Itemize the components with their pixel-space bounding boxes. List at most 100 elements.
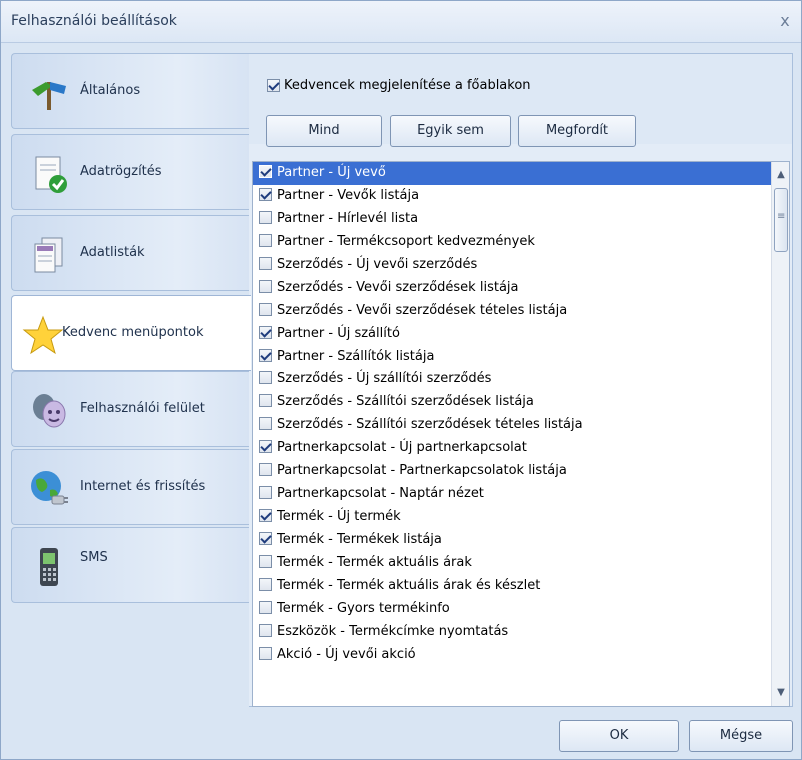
- list-item-label: Termék - Új termék: [277, 509, 401, 525]
- list-item-label: Termék - Termékek listája: [277, 532, 442, 547]
- checkbox[interactable]: [259, 577, 272, 591]
- list-item[interactable]: Termék - Termék aktuális árak és készlet: [253, 575, 773, 598]
- list-item[interactable]: Termék - Új termék: [253, 506, 773, 529]
- list-item-label: Eszközök - Termékcímke nyomtatás: [277, 623, 509, 639]
- title-bar: Felhasználói beállítások x: [1, 1, 801, 43]
- sidebar-item-user-interface[interactable]: Felhasználói felület: [11, 371, 249, 447]
- checkbox[interactable]: [259, 233, 272, 247]
- list-item-label: Partner - Vevők listája: [277, 187, 420, 203]
- list-item[interactable]: Akció - Új vevői akció: [253, 644, 773, 667]
- checkbox[interactable]: [259, 187, 272, 201]
- scroll-thumb[interactable]: [774, 188, 788, 252]
- cancel-button[interactable]: Mégse: [689, 720, 793, 752]
- list-item[interactable]: Partnerkapcsolat - Partnerkapcsolatok li…: [253, 460, 773, 483]
- list-item[interactable]: Szerződés - Szállítói szerződések listáj…: [253, 391, 773, 414]
- checkbox[interactable]: [259, 256, 272, 270]
- scroll-down-arrow-icon[interactable]: ▼: [772, 684, 789, 702]
- checkbox[interactable]: [259, 600, 272, 614]
- list-item[interactable]: Szerződés - Vevői szerződések tételes li…: [253, 300, 773, 323]
- sidebar-item-label: Adatlisták: [80, 245, 145, 260]
- scrollbar[interactable]: ▲ ▼: [771, 162, 789, 706]
- list-item[interactable]: Partner - Hírlevél lista: [253, 208, 773, 231]
- sidebar-item-internet-updates[interactable]: Internet és frissítés: [11, 449, 249, 525]
- sidebar: Általános Adatrögzítés Adatlisták Kedven…: [11, 53, 251, 707]
- select-none-button[interactable]: Egyik sem: [390, 115, 511, 147]
- settings-window: Felhasználói beállítások x Általános Ada…: [0, 0, 802, 760]
- checkbox[interactable]: [259, 554, 272, 568]
- theater-masks-icon: [33, 394, 66, 428]
- favorites-list-rows: Partner - Új vevő Partner - Vevők listája…: [253, 162, 773, 667]
- list-item[interactable]: Eszközök - Termékcímke nyomtatás: [253, 621, 773, 644]
- list-item-label: Termék - Termék aktuális árak: [277, 554, 472, 570]
- sidebar-item-favorites[interactable]: Kedvenc menüpontok: [11, 295, 251, 371]
- list-item[interactable]: Partner - Szállítók listája: [253, 346, 773, 369]
- list-item[interactable]: Szerződés - Új vevői szerződés: [253, 254, 773, 277]
- checkbox[interactable]: [259, 210, 272, 224]
- sidebar-item-label: Általános: [80, 83, 141, 98]
- checkbox[interactable]: [259, 165, 272, 178]
- list-item[interactable]: Szerződés - Szállítói szerződések tétele…: [253, 414, 773, 437]
- list-item-label: Szerződés - Vevői szerződések tételes li…: [277, 302, 568, 318]
- list-item-label: Partnerkapcsolat - Naptár nézet: [277, 486, 484, 502]
- list-item-label: Partner - Új szállító: [277, 325, 400, 341]
- signpost-icon: [32, 82, 66, 110]
- list-item[interactable]: Partnerkapcsolat - Új partnerkapcsolat: [253, 437, 773, 460]
- list-item-label: Szerződés - Vevői szerződések listája: [277, 279, 519, 295]
- favorites-panel: Kedvencek megjelenítése a főablakon Mind…: [249, 53, 793, 707]
- list-item[interactable]: Partner - Új vevő: [253, 162, 773, 185]
- invert-selection-button[interactable]: Megfordít: [518, 115, 636, 147]
- list-item[interactable]: Partner - Termékcsoport kedvezmények: [253, 231, 773, 254]
- list-item-label: Termék - Termék aktuális árak és készlet: [277, 577, 541, 593]
- checkbox[interactable]: [259, 279, 272, 293]
- checkbox[interactable]: [259, 348, 272, 362]
- list-item-label: Termék - Gyors termékinfo: [277, 600, 450, 616]
- checkbox[interactable]: [267, 79, 280, 92]
- favorites-list[interactable]: Partner - Új vevő Partner - Vevők listája…: [252, 161, 790, 707]
- list-item[interactable]: Partner - Vevők listája: [253, 185, 773, 208]
- list-item-label: Partner - Termékcsoport kedvezmények: [277, 233, 535, 249]
- checkbox[interactable]: [259, 302, 272, 316]
- scroll-up-arrow-icon[interactable]: ▲: [772, 166, 789, 184]
- list-item-label: Partner - Hírlevél lista: [277, 210, 419, 226]
- documents-icon: [34, 237, 63, 273]
- checkbox[interactable]: [259, 440, 272, 454]
- checkbox[interactable]: [259, 417, 272, 431]
- list-item[interactable]: Szerződés - Új szállítói szerződés: [253, 368, 773, 391]
- sidebar-item-general[interactable]: Általános: [11, 53, 249, 129]
- sidebar-item-sms[interactable]: SMS: [11, 527, 249, 603]
- checkbox[interactable]: [259, 486, 272, 500]
- show-favorites-label: Kedvencek megjelenítése a főablakon: [284, 78, 531, 93]
- list-item-label: Szerződés - Új vevői szerződés: [277, 256, 478, 272]
- list-item[interactable]: Partner - Új szállító: [253, 323, 773, 346]
- sidebar-item-data-lists[interactable]: Adatlisták: [11, 215, 249, 291]
- checkbox[interactable]: [259, 509, 272, 523]
- checkbox[interactable]: [259, 371, 272, 385]
- sidebar-item-data-entry[interactable]: Adatrögzítés: [11, 134, 249, 210]
- close-button[interactable]: x: [775, 11, 795, 31]
- list-item[interactable]: Partnerkapcsolat - Naptár nézet: [253, 483, 773, 506]
- list-item[interactable]: Termék - Termék aktuális árak: [253, 552, 773, 575]
- list-item-label: Szerződés - Szállítói szerződések listáj…: [277, 394, 534, 410]
- list-item-label: Partner - Szállítók listája: [277, 348, 435, 364]
- select-all-button[interactable]: Mind: [266, 115, 382, 147]
- list-item-label: Partner - Új vevő: [277, 165, 386, 180]
- list-item[interactable]: Termék - Termékek listája: [253, 529, 773, 552]
- checkbox[interactable]: [259, 646, 272, 660]
- globe-plug-icon: [31, 471, 68, 505]
- list-item-label: Partnerkapcsolat - Új partnerkapcsolat: [277, 440, 527, 456]
- checkbox[interactable]: [259, 463, 272, 477]
- list-item-label: Szerződés - Szállítói szerződések tétele…: [277, 417, 583, 433]
- sidebar-item-label: Felhasználói felület: [80, 401, 205, 416]
- document-check-icon: [35, 156, 67, 193]
- list-item[interactable]: Termék - Gyors termékinfo: [253, 598, 773, 621]
- checkbox[interactable]: [259, 394, 272, 408]
- ok-button[interactable]: OK: [559, 720, 679, 752]
- list-item-label: Akció - Új vevői akció: [277, 646, 416, 662]
- sidebar-item-label: Adatrögzítés: [80, 164, 162, 179]
- checkbox[interactable]: [259, 623, 272, 637]
- list-item[interactable]: Szerződés - Vevői szerződések listája: [253, 277, 773, 300]
- show-favorites-checkbox[interactable]: Kedvencek megjelenítése a főablakon: [267, 78, 531, 93]
- checkbox[interactable]: [259, 325, 272, 339]
- star-icon: [22, 315, 64, 355]
- checkbox[interactable]: [259, 532, 272, 545]
